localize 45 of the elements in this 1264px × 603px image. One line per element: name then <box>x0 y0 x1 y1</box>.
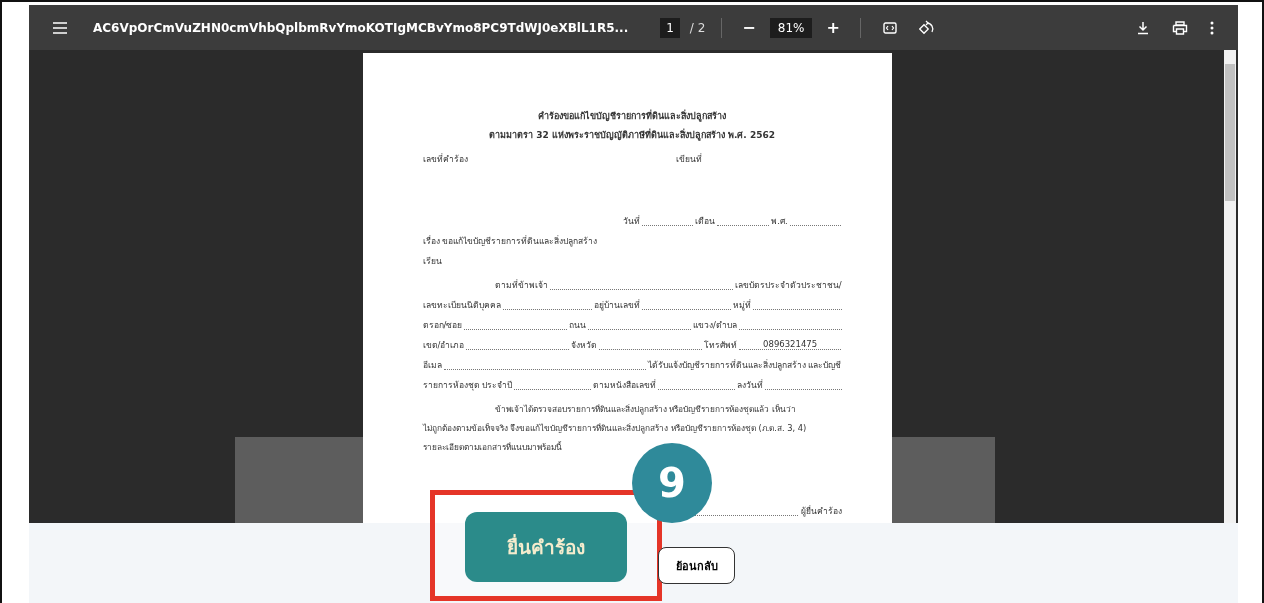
form-label: จังหวัด <box>571 340 598 350</box>
form-label: ถนน <box>569 320 587 330</box>
scrollbar-thumb[interactable] <box>1225 64 1235 201</box>
form-label: หมู่ที่ <box>732 300 751 310</box>
form-label: อีเมล <box>422 360 442 370</box>
form-label: เดือน <box>695 216 716 226</box>
back-button[interactable]: ย้อนกลับ <box>658 547 735 584</box>
form-label: เรียน <box>422 256 442 266</box>
form-label: วันที่ <box>622 216 640 226</box>
form-label: พ.ศ. <box>771 216 788 226</box>
zoom-field[interactable]: 81% <box>769 17 813 38</box>
form-label: แขวง/ตำบล <box>692 320 737 330</box>
form-label: ตรอก/ซอย <box>422 320 463 330</box>
form-value: 0896321475 <box>738 340 842 350</box>
more-options-icon[interactable] <box>1210 20 1214 35</box>
scrollbar[interactable] <box>1224 50 1236 523</box>
form-label: เลขบัตรประจำตัวประชาชน/ <box>734 280 842 290</box>
form-label: ตามที่ข้าพเจ้า <box>494 280 548 290</box>
zoom-in-button[interactable]: + <box>822 18 844 37</box>
paragraph-line: รายละเอียดตามเอกสารที่แนบมาพร้อมนี้ <box>422 442 563 452</box>
form-label: เขียนที่ <box>675 154 702 164</box>
fit-page-icon[interactable] <box>882 21 897 34</box>
form-label: รายการห้องชุด ประจำปี <box>422 380 513 390</box>
form-label: ได้รับแจ้งบัญชีรายการที่ดินและสิ่งปลูกสร้าง และบัญชี <box>647 360 842 370</box>
page-number-field[interactable]: 1 <box>660 17 680 38</box>
form-label: ลงวันที่ <box>736 380 763 390</box>
form-label: เรื่อง ขอแก้ไขบัญชีรายการที่ดินและสิ่งปลูกสร้าง <box>422 236 598 246</box>
rotate-icon[interactable] <box>918 19 935 36</box>
form-label: เลขทะเบียนนิติบุคคล <box>422 300 501 310</box>
form-label: อยู่บ้านเลขที่ <box>593 300 640 310</box>
document-title: คำร้องขอแก้ไขบัญชีรายการที่ดินและสิ่งปลูกสร้าง <box>537 111 727 121</box>
form-label: ตามหนังสือเลขที่ <box>592 380 656 390</box>
paragraph-line: ไม่ถูกต้องตามข้อเท็จจริง จึงขอแก้ไขบัญชีรายการที่ดินและสิ่งปลูกสร้าง หรือบัญชีรายการห้องชุด (ภ.ด.ส. 3, 4) <box>422 423 808 433</box>
form-label: เลขที่คำร้อง <box>422 154 468 164</box>
form-label: โทรศัพท์ <box>703 340 737 350</box>
menu-icon[interactable] <box>53 21 67 34</box>
form-label: เขต/อำเภอ <box>422 340 465 350</box>
paragraph-line: ข้าพเจ้าได้ตรวจสอบรายการที่ดินและสิ่งปลูกสร้าง หรือบัญชีรายการห้องชุดแล้ว เห็นว่า <box>493 404 797 414</box>
page-total: / 2 <box>689 20 706 35</box>
zoom-out-button[interactable]: − <box>738 18 760 37</box>
download-icon[interactable] <box>1136 20 1150 35</box>
signature-label: ผู้ยื่นคำร้อง <box>800 506 842 516</box>
file-name: AC6VpOrCmVuZHN0cmVhbQplbmRvYmoKOTIgMCBvYmo8PC9TdWJ0eXBlL1R5... <box>93 20 629 35</box>
print-icon[interactable] <box>1172 20 1188 35</box>
document-subtitle: ตามมาตรา 32 แห่งพระราชบัญญัติภาษีที่ดินและสิ่งปลูกสร้าง พ.ศ. 2562 <box>488 130 776 140</box>
